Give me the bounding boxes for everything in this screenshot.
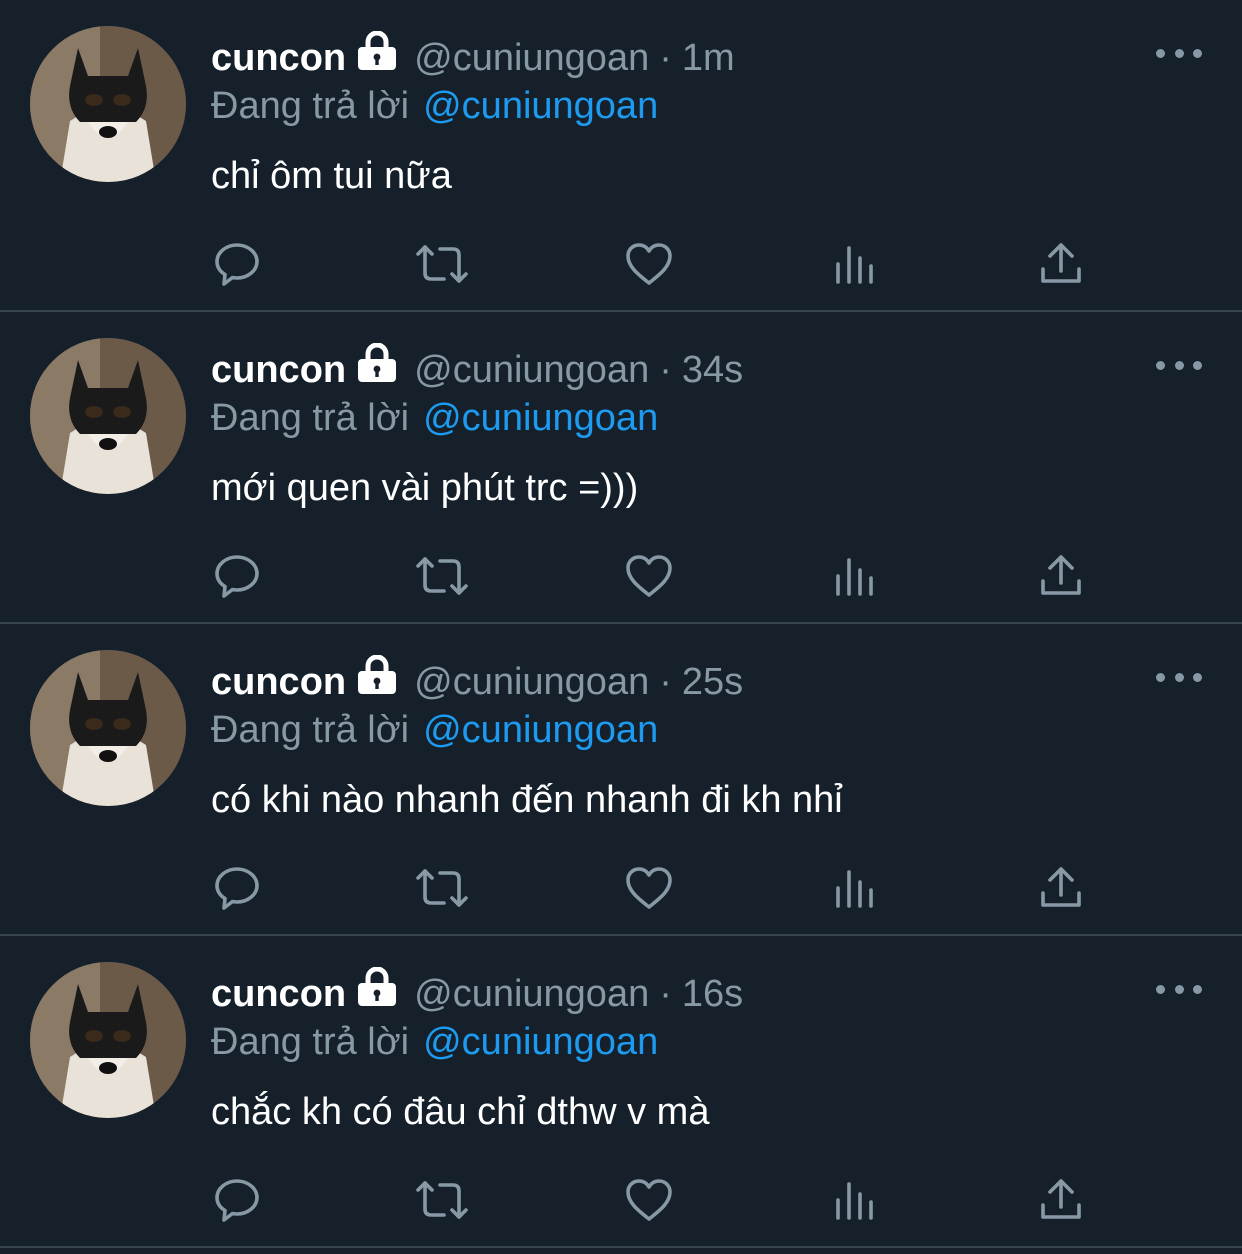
reply-mention-link[interactable]: @cuniungoan: [423, 1021, 658, 1063]
replying-to: Đang trả lời @cuniungoan: [211, 392, 658, 444]
tweet-text: mới quen vài phút trc =))): [211, 467, 639, 509]
lock-icon: [356, 30, 398, 85]
avatar[interactable]: [30, 962, 186, 1118]
display-name[interactable]: cuncon: [211, 344, 346, 396]
tweet-actions: [0, 236, 1242, 292]
tweet[interactable]: cuncon @cuniungoan · 16s Đang trả lời @cu…: [0, 936, 1242, 1248]
tweet-header: cuncon @cuniungoan · 34s: [211, 342, 743, 397]
like-icon[interactable]: [621, 1172, 677, 1228]
separator: ·: [659, 973, 672, 1015]
share-icon[interactable]: [1033, 548, 1089, 604]
retweet-icon[interactable]: [414, 860, 470, 916]
reply-label: Đang trả lời: [211, 85, 410, 127]
reply-mention-link[interactable]: @cuniungoan: [423, 85, 658, 127]
reply-label: Đang trả lời: [211, 1021, 410, 1063]
reply-icon[interactable]: [209, 548, 265, 604]
analytics-icon[interactable]: [828, 548, 884, 604]
lock-icon: [356, 342, 398, 397]
timestamp[interactable]: 1m: [682, 32, 735, 84]
reply-label: Đang trả lời: [211, 397, 410, 439]
replying-to: Đang trả lời @cuniungoan: [211, 704, 658, 756]
handle[interactable]: @cuniungoan: [414, 656, 649, 708]
like-icon[interactable]: [621, 548, 677, 604]
reply-icon[interactable]: [209, 1172, 265, 1228]
timestamp[interactable]: 34s: [682, 344, 743, 396]
tweet-header: cuncon @cuniungoan · 25s: [211, 654, 743, 709]
share-icon[interactable]: [1033, 236, 1089, 292]
tweet-text: chỉ ôm tui nữa: [211, 155, 452, 197]
like-icon[interactable]: [621, 236, 677, 292]
replying-to: Đang trả lời @cuniungoan: [211, 1016, 658, 1068]
analytics-icon[interactable]: [828, 236, 884, 292]
separator: ·: [659, 37, 672, 79]
reply-mention-link[interactable]: @cuniungoan: [423, 709, 658, 751]
avatar[interactable]: [30, 650, 186, 806]
reply-label: Đang trả lời: [211, 709, 410, 751]
analytics-icon[interactable]: [828, 860, 884, 916]
share-icon[interactable]: [1033, 860, 1089, 916]
tweet[interactable]: cuncon @cuniungoan · 1m Đang trả lời @cun…: [0, 0, 1242, 312]
display-name[interactable]: cuncon: [211, 656, 346, 708]
handle[interactable]: @cuniungoan: [414, 344, 649, 396]
display-name[interactable]: cuncon: [211, 968, 346, 1020]
avatar[interactable]: [30, 26, 186, 182]
more-options-icon[interactable]: [1156, 664, 1202, 690]
lock-icon: [356, 966, 398, 1021]
reply-mention-link[interactable]: @cuniungoan: [423, 397, 658, 439]
tweet-header: cuncon @cuniungoan · 16s: [211, 966, 743, 1021]
retweet-icon[interactable]: [414, 1172, 470, 1228]
lock-icon: [356, 654, 398, 709]
tweet-actions: [0, 1172, 1242, 1228]
separator: ·: [659, 661, 672, 703]
more-options-icon[interactable]: [1156, 976, 1202, 1002]
share-icon[interactable]: [1033, 1172, 1089, 1228]
reply-thread: cuncon @cuniungoan · 1m Đang trả lời @cun…: [0, 0, 1242, 1254]
tweet-text: chắc kh có đâu chỉ dthw v mà: [211, 1091, 710, 1133]
handle[interactable]: @cuniungoan: [414, 32, 649, 84]
separator: ·: [659, 349, 672, 391]
tweet-actions: [0, 860, 1242, 916]
reply-icon[interactable]: [209, 236, 265, 292]
tweet-actions: [0, 548, 1242, 604]
analytics-icon[interactable]: [828, 1172, 884, 1228]
more-options-icon[interactable]: [1156, 352, 1202, 378]
tweet[interactable]: cuncon @cuniungoan · 25s Đang trả lời @cu…: [0, 624, 1242, 936]
display-name[interactable]: cuncon: [211, 32, 346, 84]
timestamp[interactable]: 25s: [682, 656, 743, 708]
like-icon[interactable]: [621, 860, 677, 916]
tweet-header: cuncon @cuniungoan · 1m: [211, 30, 735, 85]
retweet-icon[interactable]: [414, 548, 470, 604]
retweet-icon[interactable]: [414, 236, 470, 292]
more-options-icon[interactable]: [1156, 40, 1202, 66]
handle[interactable]: @cuniungoan: [414, 968, 649, 1020]
tweet[interactable]: cuncon @cuniungoan · 34s Đang trả lời @cu…: [0, 312, 1242, 624]
avatar[interactable]: [30, 338, 186, 494]
timestamp[interactable]: 16s: [682, 968, 743, 1020]
replying-to: Đang trả lời @cuniungoan: [211, 80, 658, 132]
reply-icon[interactable]: [209, 860, 265, 916]
tweet-text: có khi nào nhanh đến nhanh đi kh nhỉ: [211, 779, 843, 821]
